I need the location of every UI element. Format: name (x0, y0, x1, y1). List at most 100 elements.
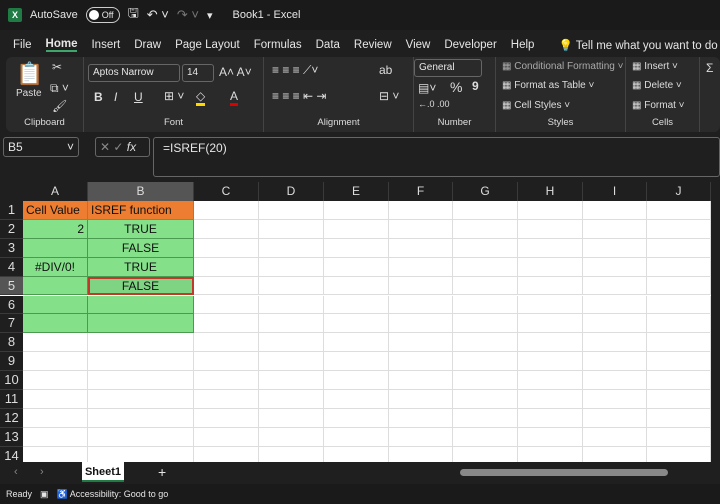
cell-E2[interactable] (324, 219, 389, 239)
cell-C9[interactable] (194, 352, 259, 372)
cell-G12[interactable] (453, 408, 518, 428)
cell-C6[interactable] (194, 295, 259, 315)
menu-tab-formulas[interactable]: Formulas (254, 39, 302, 51)
fill-color-icon[interactable]: ◇ (196, 89, 206, 106)
cell-E4[interactable] (324, 257, 389, 277)
column-header-C[interactable]: C (194, 182, 259, 201)
format-button[interactable]: ▦ Format ˅ (632, 100, 685, 111)
column-header-I[interactable]: I (583, 182, 647, 201)
cell-E13[interactable] (324, 427, 389, 447)
menu-tab-home[interactable]: Home (45, 38, 78, 52)
cell-B14[interactable] (88, 446, 194, 462)
cell-F7[interactable] (389, 314, 453, 334)
cell-D5[interactable] (259, 276, 324, 296)
format-painter-icon[interactable]: 🖌 (52, 99, 67, 113)
cell-C7[interactable] (194, 314, 259, 334)
menu-tab-page-layout[interactable]: Page Layout (175, 39, 240, 51)
cell-H13[interactable] (518, 427, 583, 447)
menu-tab-file[interactable]: File (13, 39, 32, 51)
select-all-button[interactable] (0, 182, 23, 201)
cell-E6[interactable] (324, 295, 389, 315)
cell-B12[interactable] (88, 408, 194, 428)
cell-F10[interactable] (389, 371, 453, 390)
cell-H1[interactable] (518, 201, 583, 220)
cell-E12[interactable] (324, 408, 389, 428)
bold-button[interactable]: B (94, 90, 103, 104)
column-header-G[interactable]: G (453, 182, 518, 201)
comma-button[interactable]: 9 (472, 79, 479, 93)
cell-I5[interactable] (583, 276, 647, 296)
cell-E10[interactable] (324, 371, 389, 390)
row-header-9[interactable]: 9 (0, 352, 23, 372)
cell-B9[interactable] (88, 352, 194, 372)
menu-tab-developer[interactable]: Developer (444, 39, 496, 51)
cell-J11[interactable] (647, 390, 711, 409)
menu-tab-draw[interactable]: Draw (134, 39, 161, 51)
cell-J8[interactable] (647, 333, 711, 353)
column-header-E[interactable]: E (324, 182, 389, 201)
cell-D10[interactable] (259, 371, 324, 390)
cell-D8[interactable] (259, 333, 324, 353)
cell-H7[interactable] (518, 314, 583, 334)
cell-G2[interactable] (453, 219, 518, 239)
cell-B5[interactable]: FALSE (88, 276, 194, 296)
cell-H4[interactable] (518, 257, 583, 277)
row-header-8[interactable]: 8 (0, 333, 23, 353)
cell-F6[interactable] (389, 295, 453, 315)
cell-A14[interactable] (23, 446, 88, 462)
sheet-tab-sheet1[interactable]: Sheet1 (82, 462, 124, 482)
column-header-J[interactable]: J (647, 182, 711, 201)
cell-D12[interactable] (259, 408, 324, 428)
cell-E9[interactable] (324, 352, 389, 372)
cell-J14[interactable] (647, 446, 711, 462)
cell-F9[interactable] (389, 352, 453, 372)
italic-button[interactable]: I (114, 90, 117, 104)
name-box[interactable]: B5 ˅ (3, 137, 79, 157)
cell-G1[interactable] (453, 201, 518, 220)
cell-D4[interactable] (259, 257, 324, 277)
cell-B2[interactable]: TRUE (88, 219, 194, 239)
cell-C13[interactable] (194, 427, 259, 447)
undo-icon[interactable]: ↶ ˅ (147, 7, 169, 23)
insert-function-icon[interactable]: fx (127, 140, 136, 154)
cell-H11[interactable] (518, 390, 583, 409)
row-header-3[interactable]: 3 (0, 238, 23, 258)
cell-D9[interactable] (259, 352, 324, 372)
cell-H3[interactable] (518, 238, 583, 258)
cell-G14[interactable] (453, 446, 518, 462)
paste-button[interactable]: Paste (16, 88, 42, 99)
cell-J1[interactable] (647, 201, 711, 220)
row-header-10[interactable]: 10 (0, 371, 23, 390)
next-sheet-icon[interactable]: › (40, 466, 44, 478)
cell-G3[interactable] (453, 238, 518, 258)
row-header-6[interactable]: 6 (0, 295, 23, 315)
formula-input[interactable]: =ISREF(20) (153, 137, 720, 177)
cell-J6[interactable] (647, 295, 711, 315)
cell-C12[interactable] (194, 408, 259, 428)
cell-H9[interactable] (518, 352, 583, 372)
cell-C4[interactable] (194, 257, 259, 277)
autosum-icon[interactable]: Σ (706, 61, 713, 75)
grow-font-icon[interactable]: A˄ A˅ (219, 65, 252, 79)
wrap-text-icon[interactable]: ab (379, 63, 392, 77)
column-header-A[interactable]: A (23, 182, 88, 201)
cell-A1[interactable]: Cell Value (23, 201, 88, 220)
menu-tab-view[interactable]: View (406, 39, 431, 51)
cell-B7[interactable] (88, 314, 194, 334)
cell-I9[interactable] (583, 352, 647, 372)
cell-J13[interactable] (647, 427, 711, 447)
accessibility-icon[interactable]: ♿ Accessibility: Good to go (57, 489, 169, 500)
cell-F8[interactable] (389, 333, 453, 353)
cell-G7[interactable] (453, 314, 518, 334)
cell-H6[interactable] (518, 295, 583, 315)
column-header-B[interactable]: B (88, 182, 194, 201)
cell-E1[interactable] (324, 201, 389, 220)
cell-B6[interactable] (88, 295, 194, 315)
cell-F3[interactable] (389, 238, 453, 258)
cell-G4[interactable] (453, 257, 518, 277)
autosave-toggle[interactable]: Off (85, 7, 120, 23)
customize-toolbar-icon[interactable]: ▾ (207, 9, 213, 22)
redo-icon[interactable]: ↷ ˅ (177, 7, 199, 23)
number-format-select[interactable]: General (414, 59, 482, 77)
cell-A12[interactable] (23, 408, 88, 428)
